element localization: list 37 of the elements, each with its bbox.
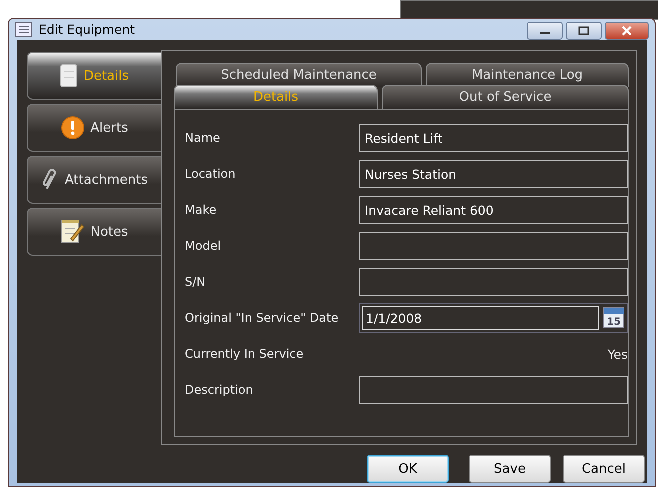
tab[interactable]: Out of Service <box>382 85 629 109</box>
warning-icon <box>60 116 85 140</box>
text-field[interactable]: Invacare Reliant 600 <box>359 196 628 224</box>
minimize-button[interactable] <box>527 22 563 40</box>
text-field[interactable] <box>359 268 628 296</box>
window-title: Edit Equipment <box>39 22 136 37</box>
field-label: Location <box>185 167 237 181</box>
field-label: Model <box>185 239 222 253</box>
dialog-button[interactable]: Save <box>469 455 551 483</box>
field-value: Yes <box>606 346 628 362</box>
dialog-button[interactable]: Cancel <box>563 455 645 483</box>
field-label: S/N <box>185 275 207 289</box>
side-tab[interactable]: Notes <box>27 208 161 256</box>
field-label: Currently In Service <box>185 347 305 361</box>
text-field[interactable]: Nurses Station <box>359 160 628 188</box>
dialog-button[interactable]: OK <box>367 455 449 483</box>
side-tab[interactable]: Alerts <box>27 104 161 152</box>
text-field[interactable] <box>359 376 628 404</box>
app-icon <box>15 22 33 38</box>
tab[interactable]: Maintenance Log <box>426 63 629 87</box>
notepad-icon <box>60 219 85 245</box>
document-icon <box>60 64 78 88</box>
maximize-icon <box>578 26 590 36</box>
calendar-icon[interactable]: 15 <box>603 307 625 329</box>
date-picker[interactable]: 1/1/2008 15 <box>359 303 628 333</box>
side-tab[interactable]: Attachments <box>27 156 161 204</box>
close-icon <box>621 26 633 36</box>
text-field[interactable]: Resident Lift <box>359 124 628 152</box>
maximize-button[interactable] <box>566 22 602 40</box>
field-label: Name <box>185 131 222 145</box>
field-label: Make <box>185 203 218 217</box>
tab[interactable]: Scheduled Maintenance <box>176 63 422 87</box>
text-field[interactable] <box>359 232 628 260</box>
close-button[interactable] <box>605 22 649 40</box>
side-tab[interactable]: Details <box>27 52 161 100</box>
field-label: Original "In Service" Date <box>185 311 340 325</box>
field-label: Description <box>185 383 254 397</box>
